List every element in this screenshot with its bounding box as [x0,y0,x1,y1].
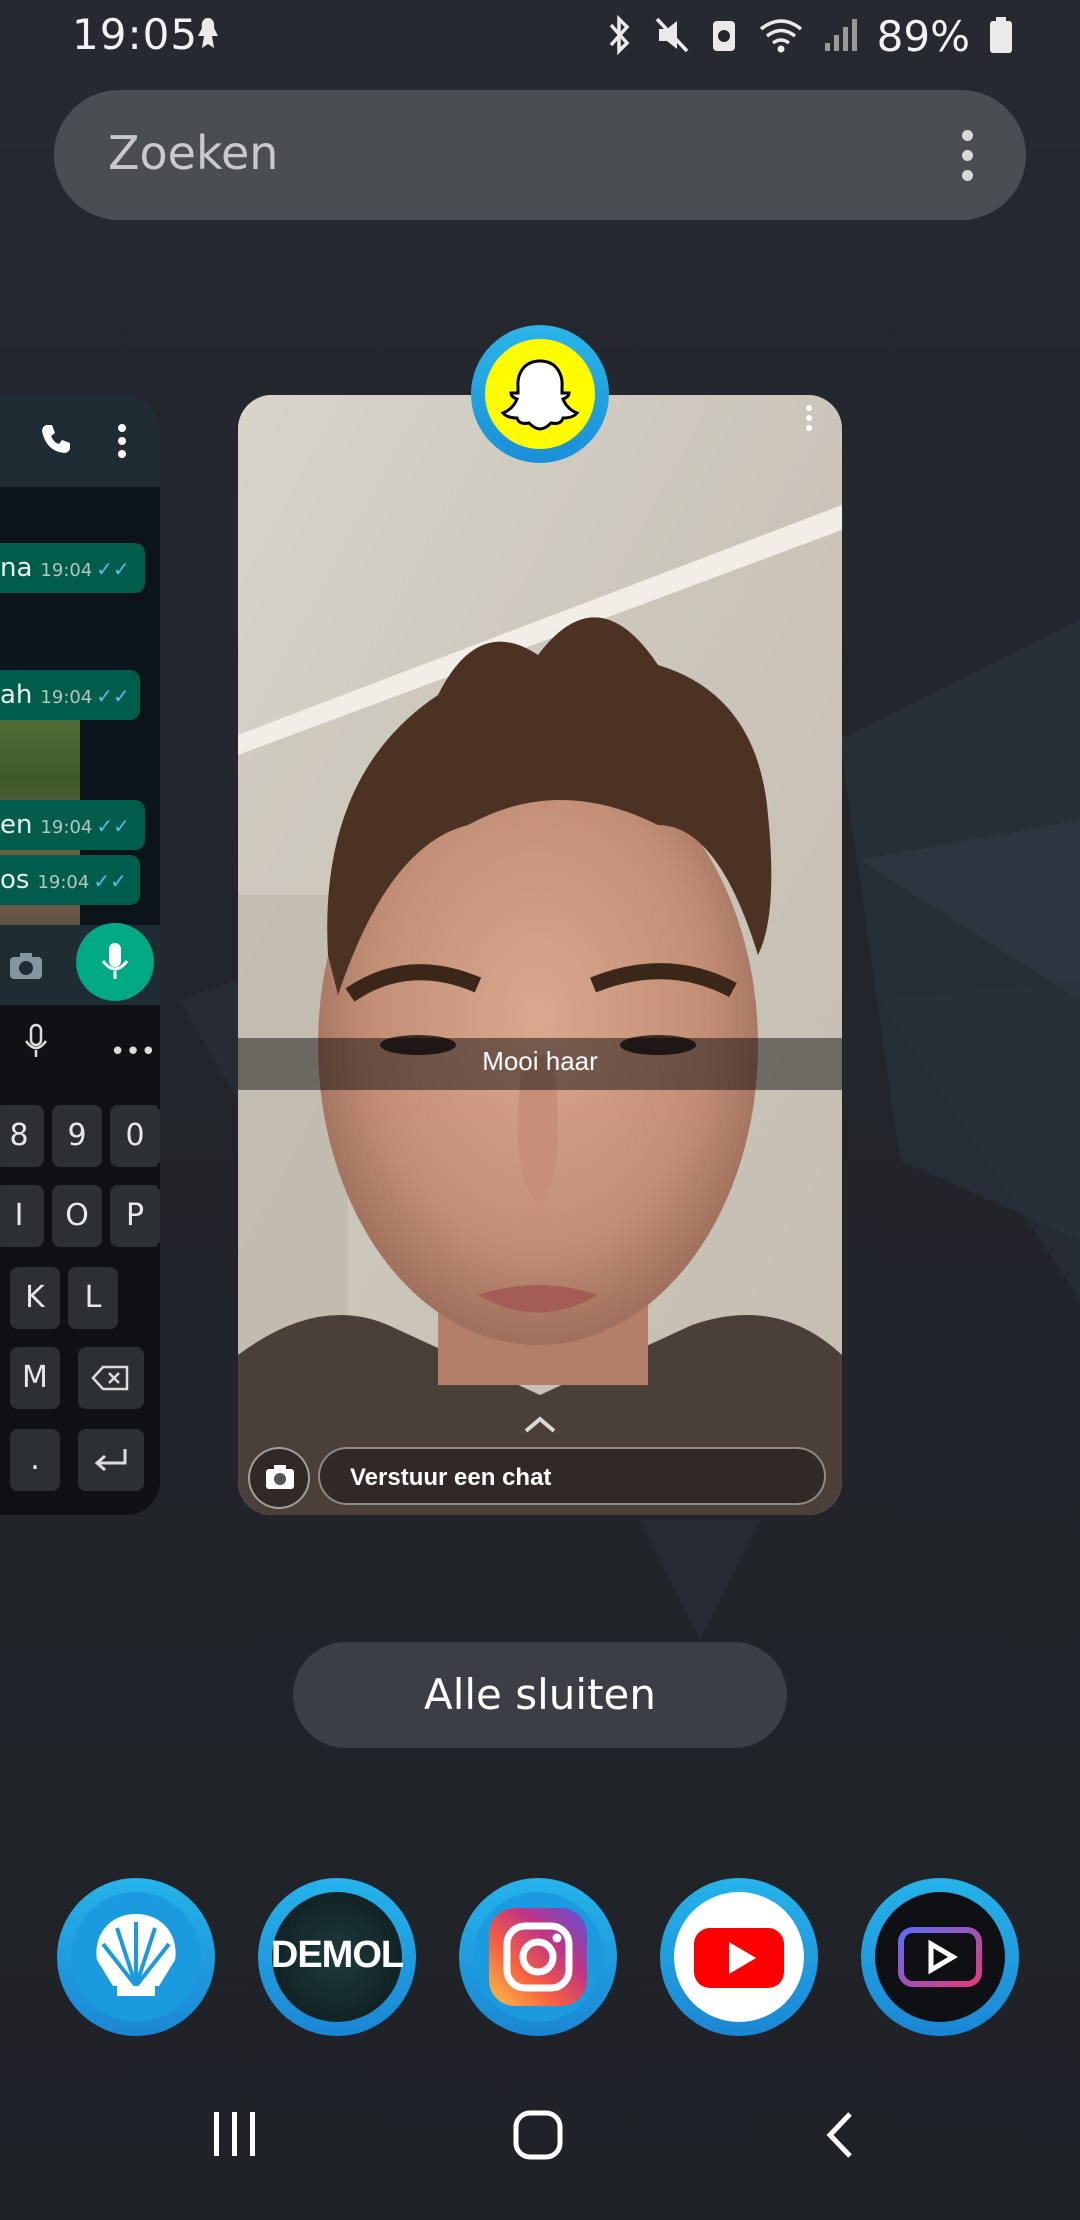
instagram-app-icon[interactable] [459,1878,617,2036]
home-button[interactable] [512,2110,564,2164]
battery-percent: 89% [876,12,970,61]
key[interactable]: L [68,1267,118,1329]
keyboard-more-icon[interactable]: ••• [110,1037,156,1067]
backspace-key[interactable] [78,1347,144,1409]
youtube-vanced-app-icon[interactable] [861,1878,1019,2036]
status-icons: 89% [603,12,1014,61]
snap-caption: Mooi haar [482,1046,598,1076]
more-vertical-icon[interactable] [962,130,974,190]
camera-icon[interactable] [8,951,44,985]
message-bubble: ah 19:04 ✓✓ [0,670,140,720]
search-placeholder: Zoeken [108,126,279,180]
demol-logo: DEMOL [270,1934,404,1976]
snap-chat-input[interactable]: Verstuur een chat [318,1447,826,1505]
status-bar: 19:05 89% [0,0,1080,72]
read-receipt-icon: ✓✓ [96,557,130,581]
chevron-up-icon[interactable] [524,1415,556,1437]
key[interactable]: M [10,1347,60,1409]
shell-icon [96,1914,176,1996]
message-time: 19:04 [40,560,93,581]
whatsapp-header [0,395,160,487]
phone-icon[interactable] [38,421,74,461]
message-text: ah [0,680,33,710]
key[interactable]: 0 [110,1105,160,1167]
key[interactable]: I [0,1185,44,1247]
mic-icon [101,943,129,979]
notification-icon [190,14,226,58]
read-receipt-icon: ✓✓ [93,869,127,893]
status-time: 19:05 [72,10,199,59]
key[interactable]: 8 [0,1105,44,1167]
instagram-icon [489,1908,587,2006]
vanced-icon [898,1927,982,1987]
signal-icon [823,15,859,59]
back-icon [826,2112,852,2158]
message-text: en [0,810,33,840]
shell-app-icon[interactable] [57,1878,215,2036]
key[interactable]: P [110,1185,160,1247]
search-bar[interactable]: Zoeken [54,90,1026,220]
ghost-icon [500,359,580,431]
snap-photo [238,395,842,1515]
enter-icon [94,1449,127,1472]
battery-icon [988,15,1014,59]
keyboard-mic-icon[interactable] [22,1023,50,1065]
more-vertical-icon[interactable] [806,405,812,435]
key[interactable]: O [52,1185,102,1247]
message-text: na [0,553,33,583]
demol-app-icon[interactable]: DEMOL [258,1878,416,2036]
close-all-button[interactable]: Alle sluiten [293,1642,787,1748]
data-saver-icon [709,15,739,59]
recent-apps-screen: 19:05 89% Zoeken na 19:04 ✓✓ ah 19:04 ✓✓… [0,0,1080,2220]
message-bubble: en 19:04 ✓✓ [0,800,145,850]
recent-card-snapchat[interactable]: Mooi haar Verstuur een chat [238,395,842,1515]
read-receipt-icon: ✓✓ [96,814,130,838]
message-time: 19:04 [40,687,93,708]
message-bubble: na 19:04 ✓✓ [0,543,145,593]
mute-icon [653,15,691,59]
wifi-icon [757,15,805,59]
snap-camera-button[interactable] [248,1447,310,1509]
youtube-app-icon[interactable] [660,1878,818,2036]
keyboard: ••• 8 9 0 I O P K L M . [0,1005,160,1515]
key[interactable]: . [10,1429,60,1491]
recent-card-whatsapp[interactable]: na 19:04 ✓✓ ah 19:04 ✓✓ en 19:04 ✓✓ os 19:04 ✓✓ … [0,395,160,1515]
camera-icon [266,1465,294,1489]
key[interactable]: K [10,1267,60,1329]
key[interactable]: 9 [52,1105,102,1167]
read-receipt-icon: ✓✓ [96,684,130,708]
message-time: 19:04 [37,872,90,893]
home-icon [513,2110,563,2160]
message-text: os [0,865,30,895]
enter-key[interactable] [78,1429,144,1491]
bluetooth-icon [603,14,635,59]
more-vertical-icon[interactable] [117,423,127,463]
recents-icon [214,2112,255,2156]
message-time: 19:04 [40,817,93,838]
voice-message-button[interactable] [76,923,154,1001]
back-button[interactable] [822,2110,856,2164]
snapchat-app-icon[interactable] [471,325,609,463]
message-bubble: os 19:04 ✓✓ [0,855,140,905]
recents-button[interactable] [210,2110,260,2162]
youtube-icon [694,1928,784,1988]
snap-caption-bar: Mooi haar [238,1038,842,1090]
backspace-icon [91,1365,129,1391]
